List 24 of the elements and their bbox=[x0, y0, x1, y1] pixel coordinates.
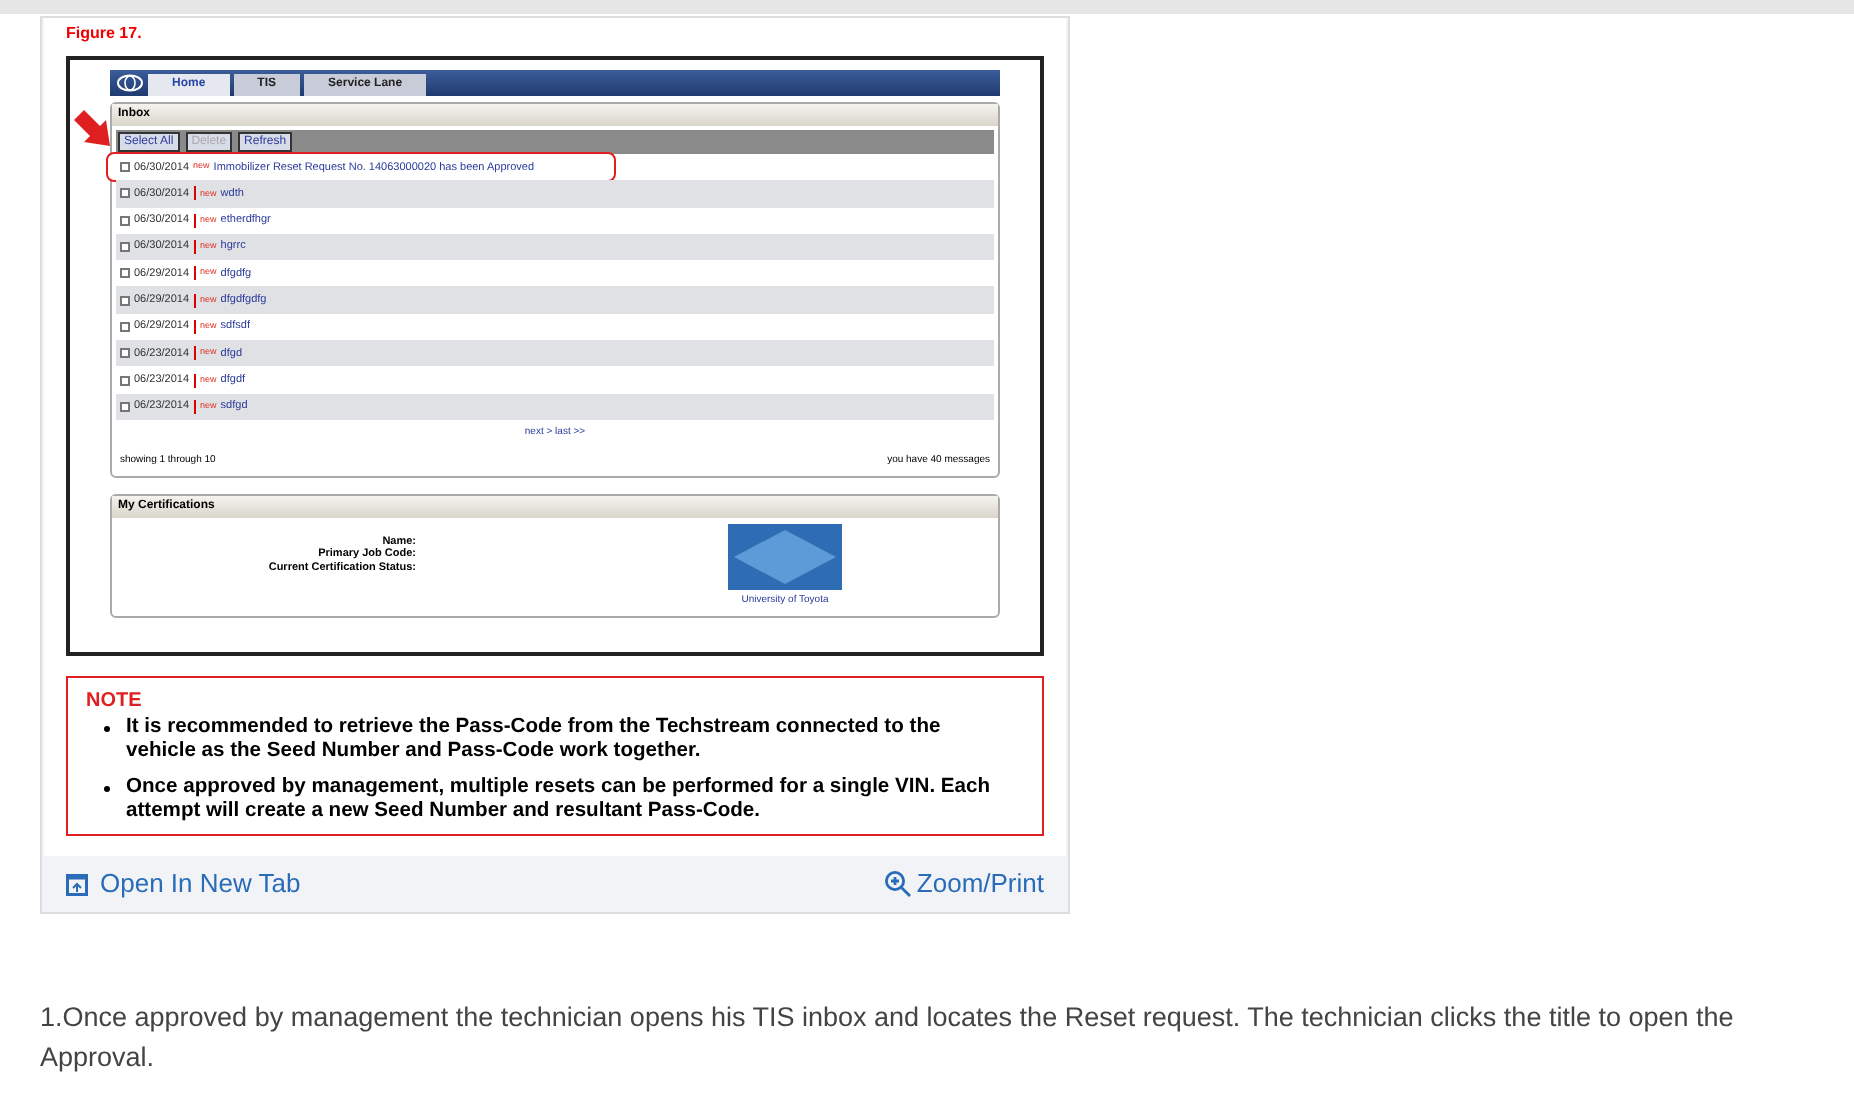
bullet-icon bbox=[104, 786, 110, 792]
new-tab-icon bbox=[66, 873, 88, 895]
checkbox[interactable] bbox=[120, 375, 130, 386]
checkbox[interactable] bbox=[120, 295, 130, 306]
instruction-paragraph: 1.Once approved by management the technician opens his TIS inbox and locates the Reset request. The technician clicks the title to open the Approval. bbox=[40, 1000, 1736, 1076]
checkbox[interactable] bbox=[120, 321, 130, 332]
checkbox[interactable] bbox=[120, 268, 130, 279]
checkbox[interactable] bbox=[120, 401, 130, 412]
arrow-icon bbox=[74, 110, 114, 150]
note-text: It is recommended to retrieve the Pass-Code from the Techstream connected to the vehicle as the Seed Number and Pass-Code work together. bbox=[126, 716, 943, 764]
checkbox[interactable] bbox=[120, 188, 130, 199]
checkbox[interactable] bbox=[120, 215, 130, 226]
zoom-print-link[interactable]: Zoom/Print bbox=[884, 864, 1044, 904]
logo-icon bbox=[116, 74, 144, 92]
certification-logo bbox=[728, 523, 842, 590]
note-text: Once approved by management, multiple resets can be performed for a single VIN. Each attempt will create a new Seed Number and resultant Pass-Code. bbox=[126, 776, 993, 824]
note-title: NOTE bbox=[86, 688, 144, 714]
figure-caption: Figure 17. bbox=[66, 24, 144, 44]
checkbox[interactable] bbox=[120, 162, 130, 173]
checkbox[interactable] bbox=[120, 348, 130, 359]
open-new-tab-link[interactable]: Open In New Tab bbox=[66, 864, 301, 904]
zoom-in-icon bbox=[884, 870, 913, 898]
bullet-icon bbox=[104, 726, 110, 732]
checkbox[interactable] bbox=[120, 242, 130, 253]
